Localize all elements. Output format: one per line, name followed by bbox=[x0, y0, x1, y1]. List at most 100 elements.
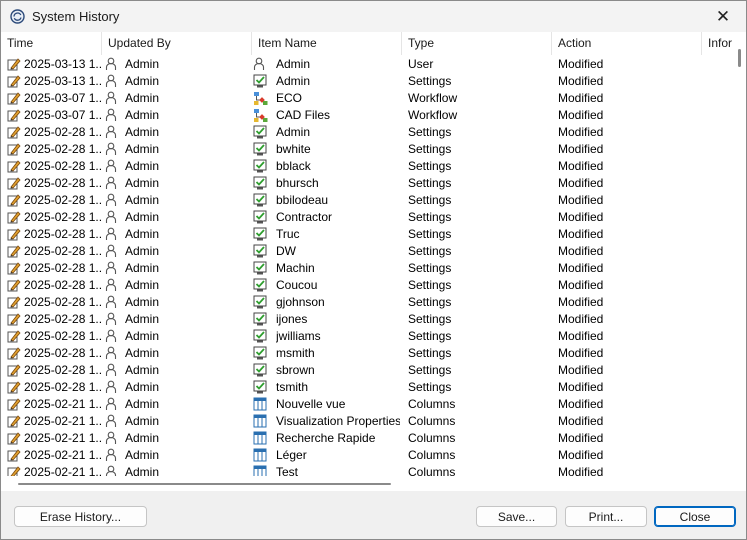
settings-icon bbox=[253, 159, 267, 175]
column-header-action[interactable]: Action bbox=[552, 32, 702, 55]
column-header-type[interactable]: Type bbox=[402, 32, 552, 55]
table-row[interactable]: 2025-02-28 1... Admin bwhite Settings Modifi… bbox=[1, 141, 733, 158]
item-name-text: Léger bbox=[276, 448, 307, 462]
table-row[interactable]: 2025-03-13 1... Admin Admin User Modified bbox=[1, 56, 733, 73]
time-text: 2025-02-28 1... bbox=[24, 278, 101, 292]
table-row[interactable]: 2025-02-28 1... Admin bblack Settings Modifi… bbox=[1, 158, 733, 175]
horizontal-scroll-thumb[interactable] bbox=[18, 483, 391, 485]
action-cell: Modified bbox=[558, 227, 604, 241]
item-name-cell: Nouvelle vue bbox=[253, 396, 401, 413]
table-row[interactable]: 2025-02-28 1... Admin bhursch Settings Modif… bbox=[1, 175, 733, 192]
columns-icon bbox=[253, 465, 267, 476]
type-cell: Settings bbox=[408, 210, 452, 224]
time-cell: 2025-02-28 1... bbox=[7, 311, 101, 328]
vertical-scrollbar[interactable] bbox=[733, 32, 746, 476]
table-row[interactable]: 2025-02-28 1... Admin msmith Settings Modifi… bbox=[1, 345, 733, 362]
action-cell: Modified bbox=[558, 295, 604, 309]
close-window-icon[interactable]: ✕ bbox=[700, 1, 746, 32]
item-name-text: bbilodeau bbox=[276, 193, 329, 207]
table-row[interactable]: 2025-02-28 1... Admin gjohnson Settings Modi… bbox=[1, 294, 733, 311]
action-cell: Modified bbox=[558, 125, 604, 139]
updated-by-text: Admin bbox=[125, 465, 160, 476]
user-icon bbox=[105, 244, 117, 260]
edit-icon bbox=[7, 125, 21, 141]
table-row[interactable]: 2025-02-21 1... Admin Nouvelle vue Columns M… bbox=[1, 396, 733, 413]
updated-by-text: Admin bbox=[125, 397, 160, 411]
horizontal-scrollbar[interactable] bbox=[1, 476, 746, 491]
item-name-text: DW bbox=[276, 244, 296, 258]
table-row[interactable]: 2025-02-28 1... Admin bbilodeau Settings Mod… bbox=[1, 192, 733, 209]
user-icon bbox=[105, 108, 117, 124]
edit-icon bbox=[7, 91, 21, 107]
time-text: 2025-02-28 1... bbox=[24, 159, 101, 173]
time-text: 2025-02-28 1... bbox=[24, 176, 101, 190]
time-cell: 2025-02-28 1... bbox=[7, 243, 101, 260]
user-icon bbox=[105, 278, 117, 294]
action-cell: Modified bbox=[558, 380, 604, 394]
edit-icon bbox=[7, 108, 21, 124]
time-cell: 2025-02-28 1... bbox=[7, 345, 101, 362]
table-row[interactable]: 2025-02-28 1... Admin Contractor Settings Mo… bbox=[1, 209, 733, 226]
item-name-cell: Coucou bbox=[253, 277, 401, 294]
type-cell: Settings bbox=[408, 261, 452, 275]
table-row[interactable]: 2025-02-28 1... Admin DW Settings Modified bbox=[1, 243, 733, 260]
type-cell: Settings bbox=[408, 176, 452, 190]
time-text: 2025-02-28 1... bbox=[24, 329, 101, 343]
column-header-time[interactable]: Time bbox=[1, 32, 102, 55]
time-cell: 2025-02-28 1... bbox=[7, 294, 101, 311]
user-icon bbox=[105, 210, 117, 226]
item-name-text: bblack bbox=[276, 159, 311, 173]
column-header-item-name[interactable]: Item Name bbox=[252, 32, 402, 55]
table-row[interactable]: 2025-03-07 1... Admin CAD Files Workflow Mod… bbox=[1, 107, 733, 124]
type-cell: Workflow bbox=[408, 108, 458, 122]
time-cell: 2025-02-28 1... bbox=[7, 124, 101, 141]
table-row[interactable]: 2025-02-28 1... Admin jwilliams Settings Mod… bbox=[1, 328, 733, 345]
updated-by-text: Admin bbox=[125, 57, 160, 71]
table-row[interactable]: 2025-02-28 1... Admin tsmith Settings Modifi… bbox=[1, 379, 733, 396]
erase-history-button[interactable]: Erase History... bbox=[14, 506, 147, 527]
updated-by-cell: Admin bbox=[105, 311, 251, 328]
history-table[interactable]: Time Updated By Item Name Type Action In… bbox=[1, 32, 733, 476]
close-button[interactable]: Close bbox=[654, 506, 736, 527]
time-cell: 2025-02-28 1... bbox=[7, 141, 101, 158]
table-row[interactable]: 2025-02-28 1... Admin Coucou Settings Modifi… bbox=[1, 277, 733, 294]
time-cell: 2025-02-28 1... bbox=[7, 328, 101, 345]
item-name-text: jwilliams bbox=[276, 329, 321, 343]
time-cell: 2025-02-28 1... bbox=[7, 362, 101, 379]
table-row[interactable]: 2025-02-21 1... Admin Visualization Proper… bbox=[1, 413, 733, 430]
item-name-text: bwhite bbox=[276, 142, 311, 156]
item-name-cell: Admin bbox=[253, 73, 401, 90]
column-header-updated-by[interactable]: Updated By bbox=[102, 32, 252, 55]
table-row[interactable]: 2025-02-28 1... Admin Machin Settings Modifi… bbox=[1, 260, 733, 277]
updated-by-text: Admin bbox=[125, 312, 160, 326]
time-text: 2025-03-13 1... bbox=[24, 57, 101, 71]
type-cell: Columns bbox=[408, 465, 456, 476]
table-row[interactable]: 2025-02-28 1... Admin Truc Settings Modified bbox=[1, 226, 733, 243]
time-text: 2025-02-28 1... bbox=[24, 227, 101, 241]
table-row[interactable]: 2025-02-28 1... Admin sbrown Settings Modifi… bbox=[1, 362, 733, 379]
table-row[interactable]: 2025-03-07 1... Admin ECO Workflow Modified bbox=[1, 90, 733, 107]
column-header-information[interactable]: Infor bbox=[702, 32, 733, 55]
updated-by-cell: Admin bbox=[105, 107, 251, 124]
action-cell: Modified bbox=[558, 159, 604, 173]
table-row[interactable]: 2025-03-13 1... Admin Admin Settings Modifie… bbox=[1, 73, 733, 90]
table-row[interactable]: 2025-02-28 1... Admin ijones Settings Modifi… bbox=[1, 311, 733, 328]
user-icon bbox=[105, 57, 117, 73]
table-row[interactable]: 2025-02-28 1... Admin Admin Settings Modifie… bbox=[1, 124, 733, 141]
table-row[interactable]: 2025-02-21 1... Admin Recherche Rapide Colu… bbox=[1, 430, 733, 447]
edit-icon bbox=[7, 312, 21, 328]
updated-by-text: Admin bbox=[125, 159, 160, 173]
item-name-text: Truc bbox=[276, 227, 300, 241]
time-cell: 2025-02-21 1... bbox=[7, 464, 101, 476]
save-button[interactable]: Save... bbox=[476, 506, 557, 527]
table-row[interactable]: 2025-02-21 1... Admin Léger Columns Modified bbox=[1, 447, 733, 464]
type-cell: Settings bbox=[408, 278, 452, 292]
print-button[interactable]: Print... bbox=[565, 506, 647, 527]
settings-icon bbox=[253, 380, 267, 396]
item-name-text: ECO bbox=[276, 91, 303, 105]
type-cell: Settings bbox=[408, 346, 452, 360]
time-text: 2025-02-28 1... bbox=[24, 210, 101, 224]
settings-icon bbox=[253, 329, 267, 345]
vertical-scroll-thumb[interactable] bbox=[738, 49, 741, 67]
table-row[interactable]: 2025-02-21 1... Admin Test Columns Modified bbox=[1, 464, 733, 476]
